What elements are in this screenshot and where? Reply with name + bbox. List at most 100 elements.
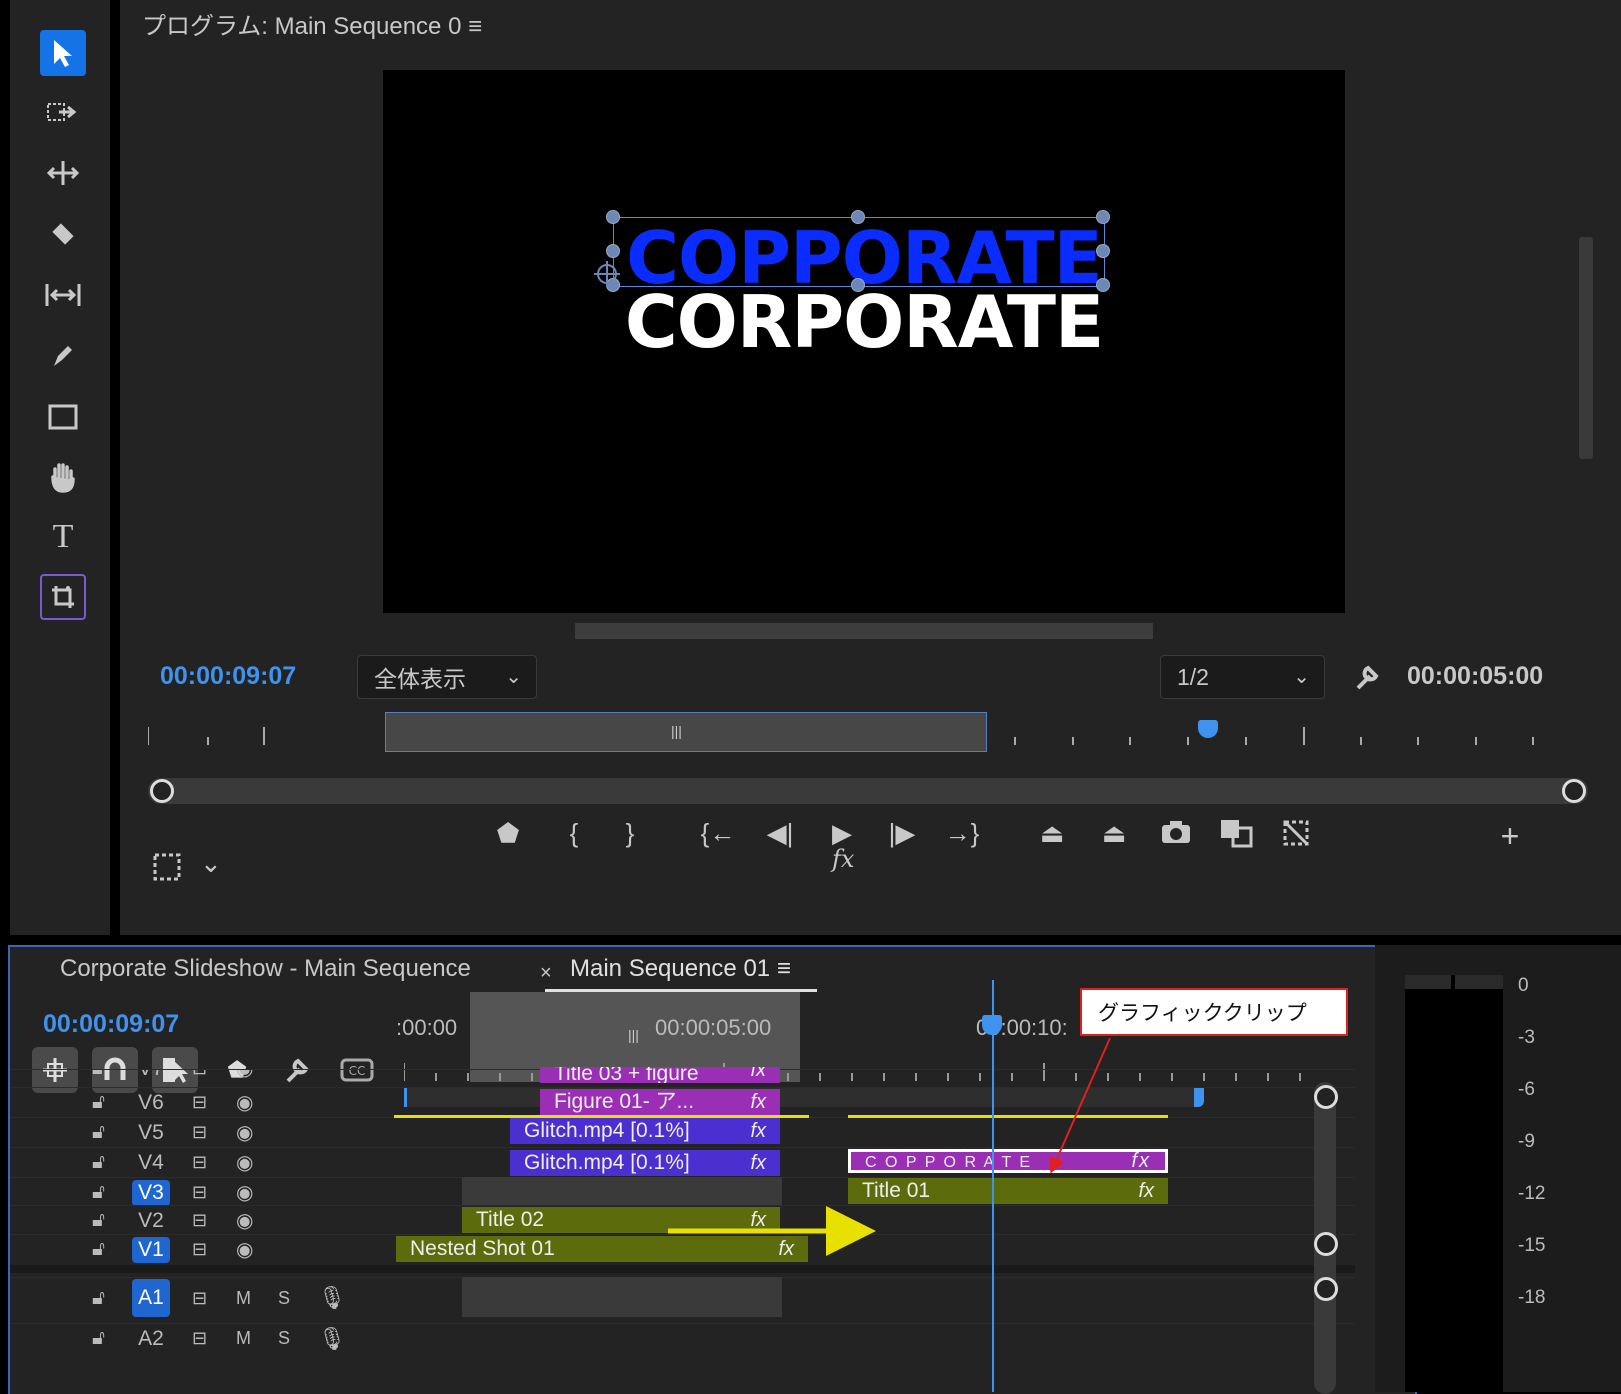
lock-icon[interactable]: 🔓︎ [92,1091,105,1114]
mark-in-icon[interactable]: { [554,818,594,849]
sync-lock-icon[interactable]: ⊟ [192,1210,207,1231]
auto-reframe-icon[interactable] [40,574,86,620]
video-frame[interactable]: COPPORATE CORPORATE [383,70,1345,613]
timeline-playhead-line[interactable] [992,980,994,1392]
tab-main-sequence[interactable]: Main Sequence 01 ≡ [570,955,791,983]
microphone-icon[interactable]: 🎙︎ [318,1285,346,1311]
scroll-top-handle[interactable] [1314,1085,1338,1109]
comparison-view-icon[interactable] [1216,818,1256,855]
selection-bounding-box[interactable] [613,217,1105,287]
lock-icon[interactable]: 🔓︎ [92,1327,105,1350]
transform-handle[interactable] [851,278,865,292]
timeline-playhead-handle[interactable] [982,1015,1002,1035]
safe-margins-icon[interactable] [150,850,184,889]
monitor-zoom-bar[interactable]: ||| [385,712,987,752]
transform-handle[interactable] [851,210,865,224]
clip-glitch-v5[interactable]: Glitch.mp4 [0.1%] fx [510,1118,780,1144]
track-label[interactable]: V6 [132,1090,170,1116]
eye-icon[interactable]: ◉ [236,1120,253,1145]
monitor-scroll-slider[interactable] [148,778,1588,804]
go-to-in-icon[interactable]: {← [698,818,738,849]
mute-button[interactable]: M [236,1288,251,1309]
track-label[interactable]: V4 [132,1150,170,1176]
slider-start-handle[interactable] [150,779,174,803]
transform-handle[interactable] [1096,210,1110,224]
lock-icon[interactable]: 🔓︎ [92,1181,105,1204]
lock-icon[interactable]: 🔓︎ [92,1209,105,1232]
lock-icon[interactable]: 🔓︎ [92,1238,105,1261]
rectangle-icon[interactable] [40,394,86,440]
clip-nested-shot-01[interactable]: Nested Shot 01 fx [396,1236,808,1262]
eye-icon[interactable]: ◉ [236,1180,253,1205]
sync-lock-icon[interactable]: ⊟ [192,1152,207,1173]
add-button-icon[interactable]: + [1490,818,1530,855]
solo-button[interactable]: S [278,1328,290,1349]
eye-icon[interactable]: ◉ [236,1208,253,1233]
hand-icon[interactable] [40,454,86,500]
tab-close-icon[interactable]: × [540,962,552,985]
eye-icon[interactable]: ◉ [236,1090,253,1115]
microphone-icon[interactable]: 🎙︎ [318,1326,346,1352]
track-label[interactable]: V3 [132,1179,170,1206]
eye-icon[interactable]: ◉ [236,1237,253,1262]
video-audio-divider[interactable] [10,1265,1355,1273]
vertical-scrollbar[interactable] [1579,237,1593,459]
sync-lock-icon[interactable]: ⊟ [192,1092,207,1113]
clip-title-01[interactable]: Title 01 fx [848,1178,1168,1204]
clip-figure-01[interactable]: Figure 01- ア... fx [540,1089,780,1115]
transform-handle[interactable] [1096,244,1110,258]
camera-icon[interactable] [1156,818,1196,853]
slip-tool-icon[interactable] [40,272,86,318]
eye-icon[interactable]: ◉ [236,1150,253,1175]
playhead-timecode[interactable]: 00:00:09:07 [160,662,296,691]
sync-lock-icon[interactable]: ⊟ [192,1122,207,1143]
chevron-down-icon[interactable]: ⌄ [200,848,222,879]
pen-icon[interactable] [40,332,86,378]
razor-icon[interactable] [40,212,86,258]
track-select-forward-icon[interactable] [40,90,86,136]
sync-lock-icon[interactable]: ⊟ [192,1182,207,1203]
step-forward-icon[interactable]: |▶ [882,818,922,849]
wrench-icon[interactable] [1352,662,1382,699]
scroll-bottom-handle[interactable] [1314,1232,1338,1256]
selection-tool-icon[interactable] [40,30,86,76]
track-label[interactable]: V7 [132,1070,170,1082]
sync-lock-icon[interactable]: ⊟ [192,1288,207,1309]
solo-button[interactable]: S [278,1288,290,1309]
add-marker-icon[interactable]: ⬟ [488,818,528,849]
resolution-dropdown[interactable]: 1/2 ⌄ [1160,655,1325,699]
transform-handle[interactable] [1096,278,1110,292]
multi-camera-icon[interactable] [1276,818,1316,855]
audio-scroll-handle[interactable] [1314,1277,1338,1301]
lock-icon[interactable]: 🔓︎ [92,1287,105,1310]
transform-handle[interactable] [606,210,620,224]
track-label[interactable]: A2 [132,1326,170,1352]
mark-out-icon[interactable]: } [610,818,650,849]
track-label[interactable]: V2 [132,1208,170,1234]
sync-lock-icon[interactable]: ⊟ [192,1239,207,1260]
panel-menu-icon[interactable]: ≡ [777,955,791,982]
sync-lock-icon[interactable]: ⊟ [192,1328,207,1349]
ripple-edit-icon[interactable] [40,150,86,196]
clip-copporate-graphic[interactable]: C O P P O R A T Efx [848,1149,1168,1173]
mute-button[interactable]: M [236,1328,251,1349]
type-tool-icon[interactable]: T [40,514,86,560]
clip-title-02[interactable]: Title 02 fx [462,1207,780,1233]
lock-icon[interactable]: 🔓︎ [92,1151,105,1174]
track-label[interactable]: A1 [132,1279,170,1317]
track-label[interactable]: V5 [132,1120,170,1146]
extract-icon[interactable]: ⏏ [1094,818,1134,849]
anchor-point-icon[interactable] [592,259,622,289]
go-to-out-icon[interactable]: →} [942,818,982,849]
timeline-timecode[interactable]: 00:00:09:07 [43,1010,179,1039]
transform-handle[interactable] [606,244,620,258]
eye-icon[interactable]: ◉ [236,1070,253,1081]
track-label[interactable]: V1 [132,1236,170,1263]
clip-glitch-v4[interactable]: Glitch.mp4 [0.1%] fx [510,1150,780,1176]
work-area-bar[interactable] [394,1115,809,1118]
slider-end-handle[interactable] [1562,779,1586,803]
tab-corporate-slideshow[interactable]: Corporate Slideshow - Main Sequence [60,955,471,983]
panel-menu-icon[interactable]: ≡ [468,13,482,40]
work-area-bar[interactable] [848,1115,1168,1118]
sync-lock-icon[interactable]: ⊟ [192,1070,207,1079]
